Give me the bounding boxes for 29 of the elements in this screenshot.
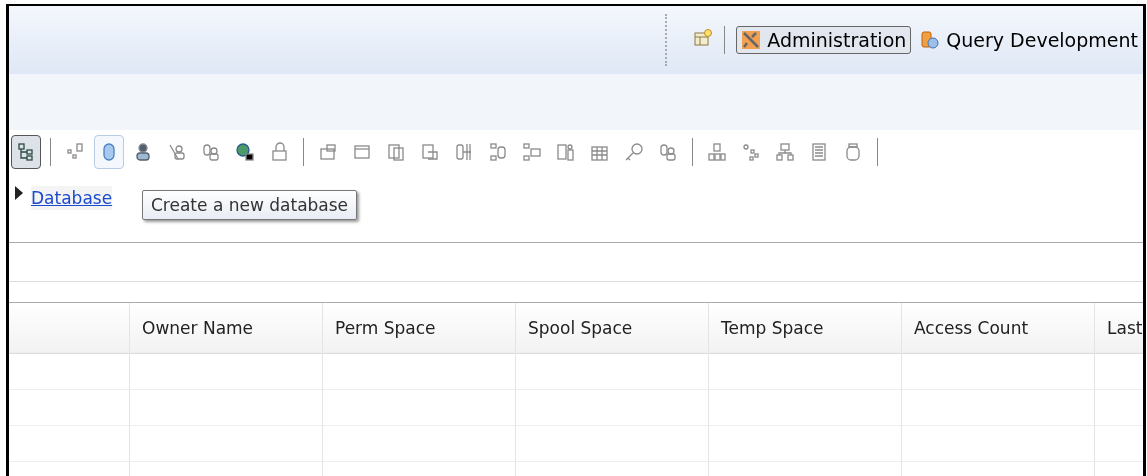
user-icon[interactable]	[658, 142, 678, 162]
column-header[interactable]: Last	[1094, 303, 1143, 353]
window-icon[interactable]	[318, 142, 338, 162]
lock-icon[interactable]	[269, 142, 289, 162]
breadcrumb-link[interactable]: Database	[31, 186, 113, 210]
hierarchy-icon[interactable]	[775, 142, 795, 162]
network-icon[interactable]	[741, 142, 761, 162]
tree-icon[interactable]	[16, 142, 36, 162]
network-icon[interactable]	[65, 142, 85, 162]
column-header[interactable]: Owner Name	[129, 303, 322, 353]
column-header[interactable]: Temp Space	[708, 303, 901, 353]
document-icon[interactable]	[809, 142, 829, 162]
tools-icon	[741, 30, 762, 50]
perspective-button[interactable]: Query Development	[915, 26, 1143, 54]
column-header[interactable]: Spool Space	[515, 303, 708, 353]
jar-icon[interactable]	[843, 142, 863, 162]
open-perspective-icon[interactable]	[693, 28, 714, 48]
tooltip: Create a new database	[142, 190, 358, 220]
user-icon[interactable]	[201, 142, 221, 162]
expand-triangle-icon[interactable]	[15, 186, 23, 200]
column-header[interactable]: Access Count	[901, 303, 1094, 353]
user-icon[interactable]	[167, 142, 187, 162]
hierarchy-icon[interactable]	[707, 142, 727, 162]
key-icon[interactable]	[624, 142, 644, 162]
column-header[interactable]: Perm Space	[322, 303, 515, 353]
user-icon[interactable]	[133, 142, 153, 162]
globe-lock-icon[interactable]	[235, 142, 255, 162]
perspective-button[interactable]: Administration	[736, 26, 912, 54]
window-icon[interactable]	[352, 142, 372, 162]
